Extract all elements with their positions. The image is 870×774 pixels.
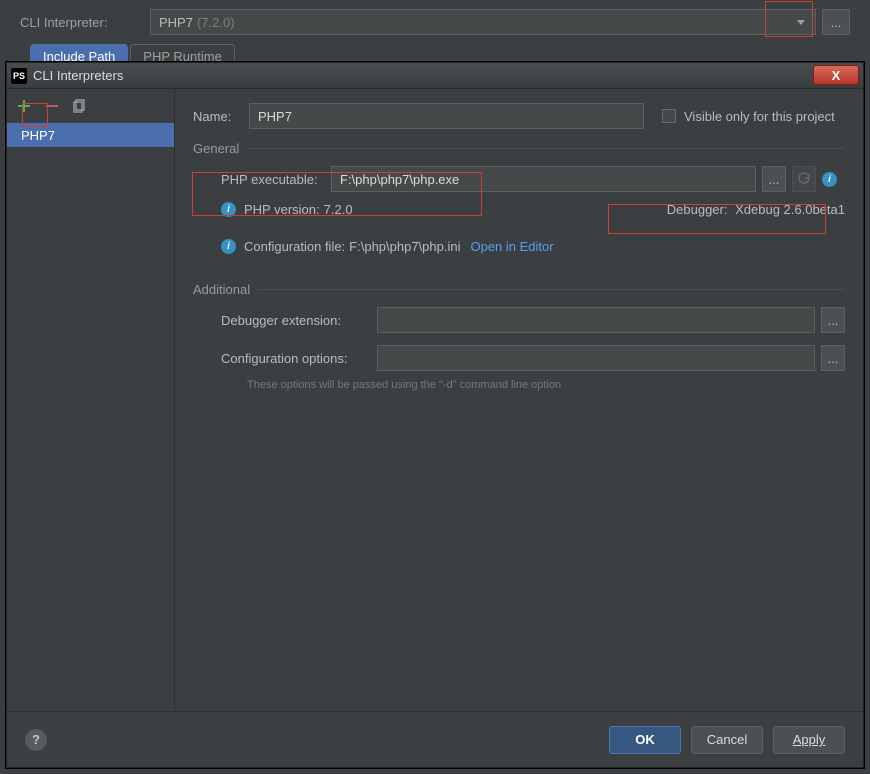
cli-interpreter-value: PHP7 <box>159 15 193 30</box>
configuration-options-label: Configuration options: <box>221 351 377 366</box>
name-input[interactable] <box>249 103 644 129</box>
ellipsis-icon: ... <box>828 313 839 328</box>
cancel-button[interactable]: Cancel <box>691 726 763 754</box>
remove-interpreter-button[interactable] <box>43 97 61 115</box>
debugger-value: Xdebug 2.6.0beta1 <box>735 202 845 217</box>
interpreter-list-panel: PHP7 <box>7 89 175 711</box>
info-icon[interactable]: i <box>822 172 837 187</box>
apply-button[interactable]: Apply <box>773 726 845 754</box>
ok-button[interactable]: OK <box>609 726 681 754</box>
add-interpreter-button[interactable] <box>15 97 33 115</box>
config-file-value: F:\php\php7\php.ini <box>349 239 460 254</box>
debugger-extension-input[interactable] <box>377 307 815 333</box>
config-file-label: Configuration file: <box>244 239 345 254</box>
ellipsis-icon: ... <box>831 15 842 30</box>
visible-only-label: Visible only for this project <box>684 109 835 124</box>
reload-button[interactable] <box>792 166 816 192</box>
question-icon: ? <box>32 732 40 747</box>
php-version-value: 7.2.0 <box>324 202 353 217</box>
interpreter-list-item[interactable]: PHP7 <box>7 123 174 147</box>
php-version-label: PHP version: <box>244 202 320 217</box>
additional-section-header: Additional <box>193 282 845 297</box>
close-icon: X <box>832 68 841 83</box>
help-button[interactable]: ? <box>25 729 47 751</box>
debugger-extension-browse-button[interactable]: ... <box>821 307 845 333</box>
chevron-down-icon <box>793 14 809 30</box>
cli-interpreter-label: CLI Interpreter: <box>20 15 150 30</box>
phpstorm-icon: PS <box>11 68 27 84</box>
php-executable-input[interactable] <box>331 166 756 192</box>
info-icon: i <box>221 202 236 217</box>
cli-interpreter-browse-button[interactable]: ... <box>822 9 850 35</box>
general-section-header: General <box>193 141 845 156</box>
ellipsis-icon: ... <box>828 351 839 366</box>
close-button[interactable]: X <box>813 65 859 85</box>
dialog-title: CLI Interpreters <box>33 68 123 83</box>
ellipsis-icon: ... <box>769 172 780 187</box>
configuration-options-edit-button[interactable]: ... <box>821 345 845 371</box>
copy-icon <box>73 99 87 113</box>
visible-only-checkbox[interactable] <box>662 109 676 123</box>
configuration-options-input[interactable] <box>377 345 815 371</box>
minus-icon <box>45 99 59 113</box>
plus-icon <box>17 99 31 113</box>
cli-interpreter-version: (7.2.0) <box>197 15 235 30</box>
open-in-editor-link[interactable]: Open in Editor <box>470 239 553 254</box>
dialog-titlebar: PS CLI Interpreters X <box>7 63 863 89</box>
php-executable-label: PHP executable: <box>221 172 331 187</box>
info-icon: i <box>221 239 236 254</box>
cli-interpreter-combo[interactable]: PHP7 (7.2.0) <box>150 9 816 35</box>
name-label: Name: <box>193 109 249 124</box>
cli-interpreters-dialog: PS CLI Interpreters X PHP7 <box>6 62 864 768</box>
php-executable-browse-button[interactable]: ... <box>762 166 786 192</box>
interpreter-details-panel: Name: Visible only for this project Gene… <box>175 89 863 711</box>
options-hint: These options will be passed using the "… <box>247 379 845 391</box>
debugger-label: Debugger: <box>667 202 728 217</box>
copy-interpreter-button[interactable] <box>71 97 89 115</box>
debugger-extension-label: Debugger extension: <box>221 313 377 328</box>
refresh-icon <box>797 172 811 186</box>
